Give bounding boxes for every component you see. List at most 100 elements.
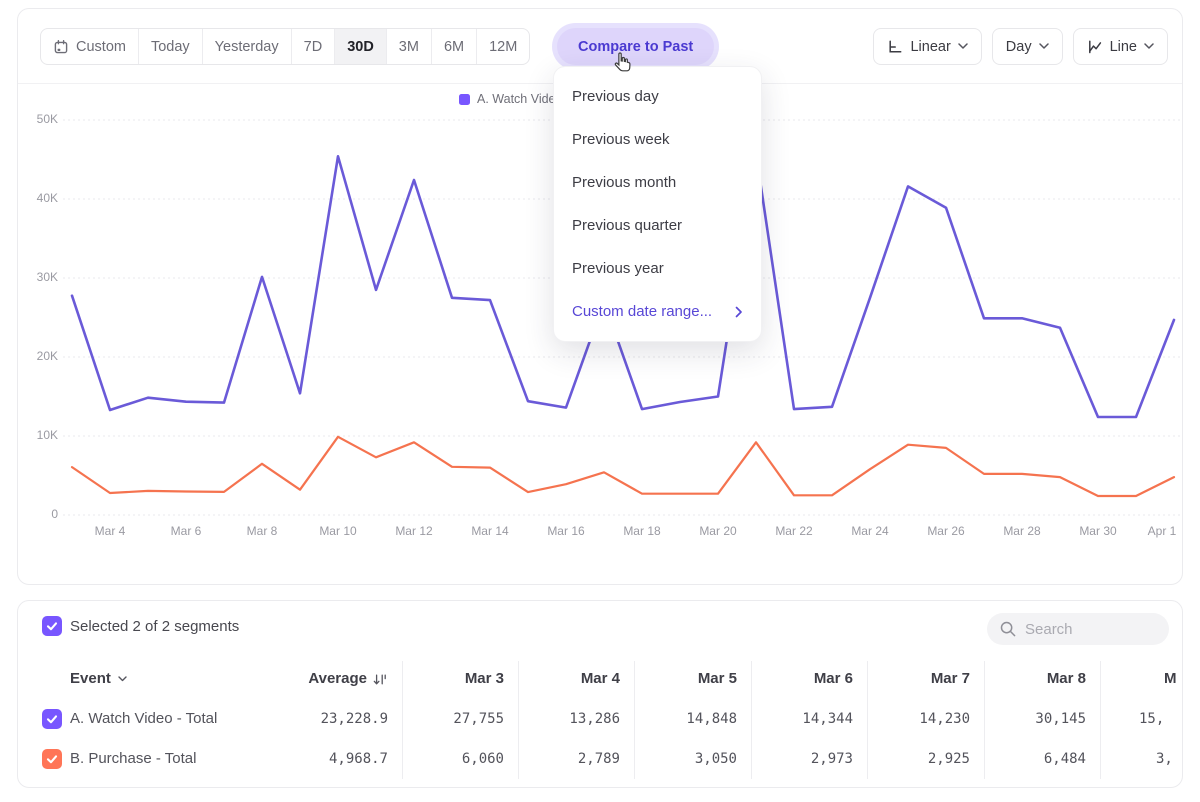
range-12m[interactable]: 12M [477, 29, 529, 64]
x-axis-tick: Mar 8 [232, 524, 292, 538]
x-axis-tick: Mar 4 [80, 524, 140, 538]
y-axis-tick: 50K [0, 112, 58, 126]
date-column-header[interactable]: Mar 4 [510, 659, 620, 699]
date-column-header[interactable]: Mar 7 [860, 659, 970, 699]
table-cell: 30,145 [976, 699, 1086, 739]
clipped-column-header: M [1164, 659, 1177, 699]
linear-scale-icon [887, 39, 903, 55]
x-axis-tick: Mar 6 [156, 524, 216, 538]
select-all-checkbox[interactable] [42, 616, 62, 636]
compare-to-past-menu: Previous dayPrevious weekPrevious monthP… [553, 66, 762, 342]
table-cell: 3,050 [627, 739, 737, 779]
menu-item-previous-month[interactable]: Previous month [554, 161, 761, 204]
segment-checkbox[interactable] [42, 749, 62, 769]
check-icon [45, 619, 59, 633]
y-axis-tick: 30K [0, 270, 58, 284]
table-cell: 2,925 [860, 739, 970, 779]
segment-checkbox[interactable] [42, 709, 62, 729]
range-label: Today [151, 39, 190, 55]
legend-swatch [459, 94, 470, 105]
interval-select-label: Day [1006, 39, 1032, 55]
menu-item-previous-day[interactable]: Previous day [554, 75, 761, 118]
menu-item-previous-year[interactable]: Previous year [554, 247, 761, 290]
date-column-header[interactable]: Mar 8 [976, 659, 1086, 699]
segment-label[interactable]: A. Watch Video - Total [70, 699, 217, 739]
x-axis-tick: Mar 28 [992, 524, 1052, 538]
range-label: 3M [399, 39, 419, 55]
range-6m[interactable]: 6M [432, 29, 477, 64]
compare-to-past-button[interactable]: Compare to Past [557, 28, 714, 65]
range-3m[interactable]: 3M [387, 29, 432, 64]
menu-item-previous-week[interactable]: Previous week [554, 118, 761, 161]
x-axis-tick: Apr 1 [1132, 524, 1192, 538]
chart-controls: Linear Day Line [873, 28, 1168, 65]
x-axis-tick: Mar 12 [384, 524, 444, 538]
interval-select-button[interactable]: Day [992, 28, 1063, 65]
date-column-header[interactable]: Mar 6 [743, 659, 853, 699]
date-column-header[interactable]: Mar 5 [627, 659, 737, 699]
table-cell: 2,973 [743, 739, 853, 779]
average-column-header[interactable]: Average [258, 659, 388, 699]
search-box[interactable] [987, 613, 1169, 645]
chevron-down-icon [1039, 43, 1049, 50]
chevron-down-icon [1144, 43, 1154, 50]
chart-type-select-button[interactable]: Line [1073, 28, 1168, 65]
range-label: 6M [444, 39, 464, 55]
y-axis-tick: 40K [0, 191, 58, 205]
selected-segments-label: Selected 2 of 2 segments [70, 618, 239, 635]
line-chart-icon [1087, 39, 1103, 55]
range-label: 12M [489, 39, 517, 55]
range-7d[interactable]: 7D [292, 29, 336, 64]
search-input[interactable] [1025, 621, 1155, 638]
clipped-cell: 15, [1139, 699, 1183, 739]
x-axis-tick: Mar 22 [764, 524, 824, 538]
segments-table-card: Selected 2 of 2 segments Event Average Ma… [17, 600, 1183, 788]
table-cell: 13,286 [510, 699, 620, 739]
search-icon [999, 620, 1017, 638]
x-axis-tick: Mar 14 [460, 524, 520, 538]
chevron-down-icon [118, 676, 127, 682]
table-cell: 27,755 [394, 699, 504, 739]
segment-label[interactable]: B. Purchase - Total [70, 739, 196, 779]
range-today[interactable]: Today [139, 29, 203, 64]
x-axis-tick: Mar 24 [840, 524, 900, 538]
x-axis-tick: Mar 18 [612, 524, 672, 538]
average-header-label: Average [308, 659, 367, 699]
cursor-icon [612, 51, 634, 73]
event-column-header[interactable]: Event [70, 659, 127, 699]
table-cell: 14,230 [860, 699, 970, 739]
column-divider [1100, 661, 1101, 779]
range-yesterday[interactable]: Yesterday [203, 29, 292, 64]
calendar-icon [53, 39, 69, 55]
average-value: 4,968.7 [258, 739, 388, 779]
compare-to-past-label: Compare to Past [578, 39, 693, 55]
x-axis-tick: Mar 10 [308, 524, 368, 538]
range-30d[interactable]: 30D [335, 29, 387, 64]
x-axis-tick: Mar 16 [536, 524, 596, 538]
date-column-header[interactable]: Mar 3 [394, 659, 504, 699]
chevron-down-icon [958, 43, 968, 50]
clipped-cell: 3, [1156, 739, 1183, 779]
menu-item-custom-date-range[interactable]: Custom date range... [554, 290, 761, 333]
chevron-right-icon [735, 306, 743, 318]
average-value: 23,228.9 [258, 699, 388, 739]
table-cell: 6,484 [976, 739, 1086, 779]
y-axis-tick: 0 [0, 507, 58, 521]
table-cell: 14,344 [743, 699, 853, 739]
chart-type-select-label: Line [1110, 39, 1137, 55]
scale-select-button[interactable]: Linear [873, 28, 981, 65]
sort-descending-icon [372, 672, 388, 687]
x-axis-tick: Mar 30 [1068, 524, 1128, 538]
menu-item-previous-quarter[interactable]: Previous quarter [554, 204, 761, 247]
table-cell: 2,789 [510, 739, 620, 779]
table-cell: 6,060 [394, 739, 504, 779]
range-custom[interactable]: Custom [41, 29, 139, 64]
x-axis-tick: Mar 20 [688, 524, 748, 538]
range-label: 30D [347, 39, 374, 55]
range-label: Yesterday [215, 39, 279, 55]
x-axis-tick: Mar 26 [916, 524, 976, 538]
range-label: Custom [76, 39, 126, 55]
table-cell: 14,848 [627, 699, 737, 739]
event-header-label: Event [70, 659, 111, 699]
y-axis-tick: 10K [0, 428, 58, 442]
